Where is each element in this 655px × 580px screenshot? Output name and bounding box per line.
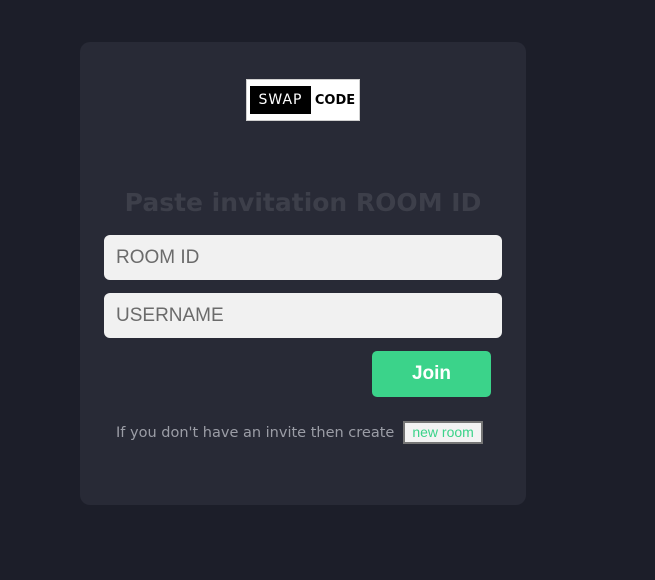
swap-code-logo: SWAP CODE: [246, 79, 360, 121]
room-id-input[interactable]: [104, 235, 502, 280]
logo-right-text: CODE: [314, 92, 356, 108]
join-room-card: SWAP CODE Paste invitation ROOM ID Join …: [80, 42, 526, 505]
page-title: Paste invitation ROOM ID: [124, 188, 482, 217]
create-room-row: If you don't have an invite then create …: [116, 421, 483, 444]
logo-left-text: SWAP: [250, 86, 311, 114]
new-room-button[interactable]: new room: [403, 421, 483, 444]
invite-hint-text: If you don't have an invite then create: [116, 424, 395, 441]
username-input[interactable]: [104, 293, 502, 338]
join-button[interactable]: Join: [372, 351, 491, 397]
